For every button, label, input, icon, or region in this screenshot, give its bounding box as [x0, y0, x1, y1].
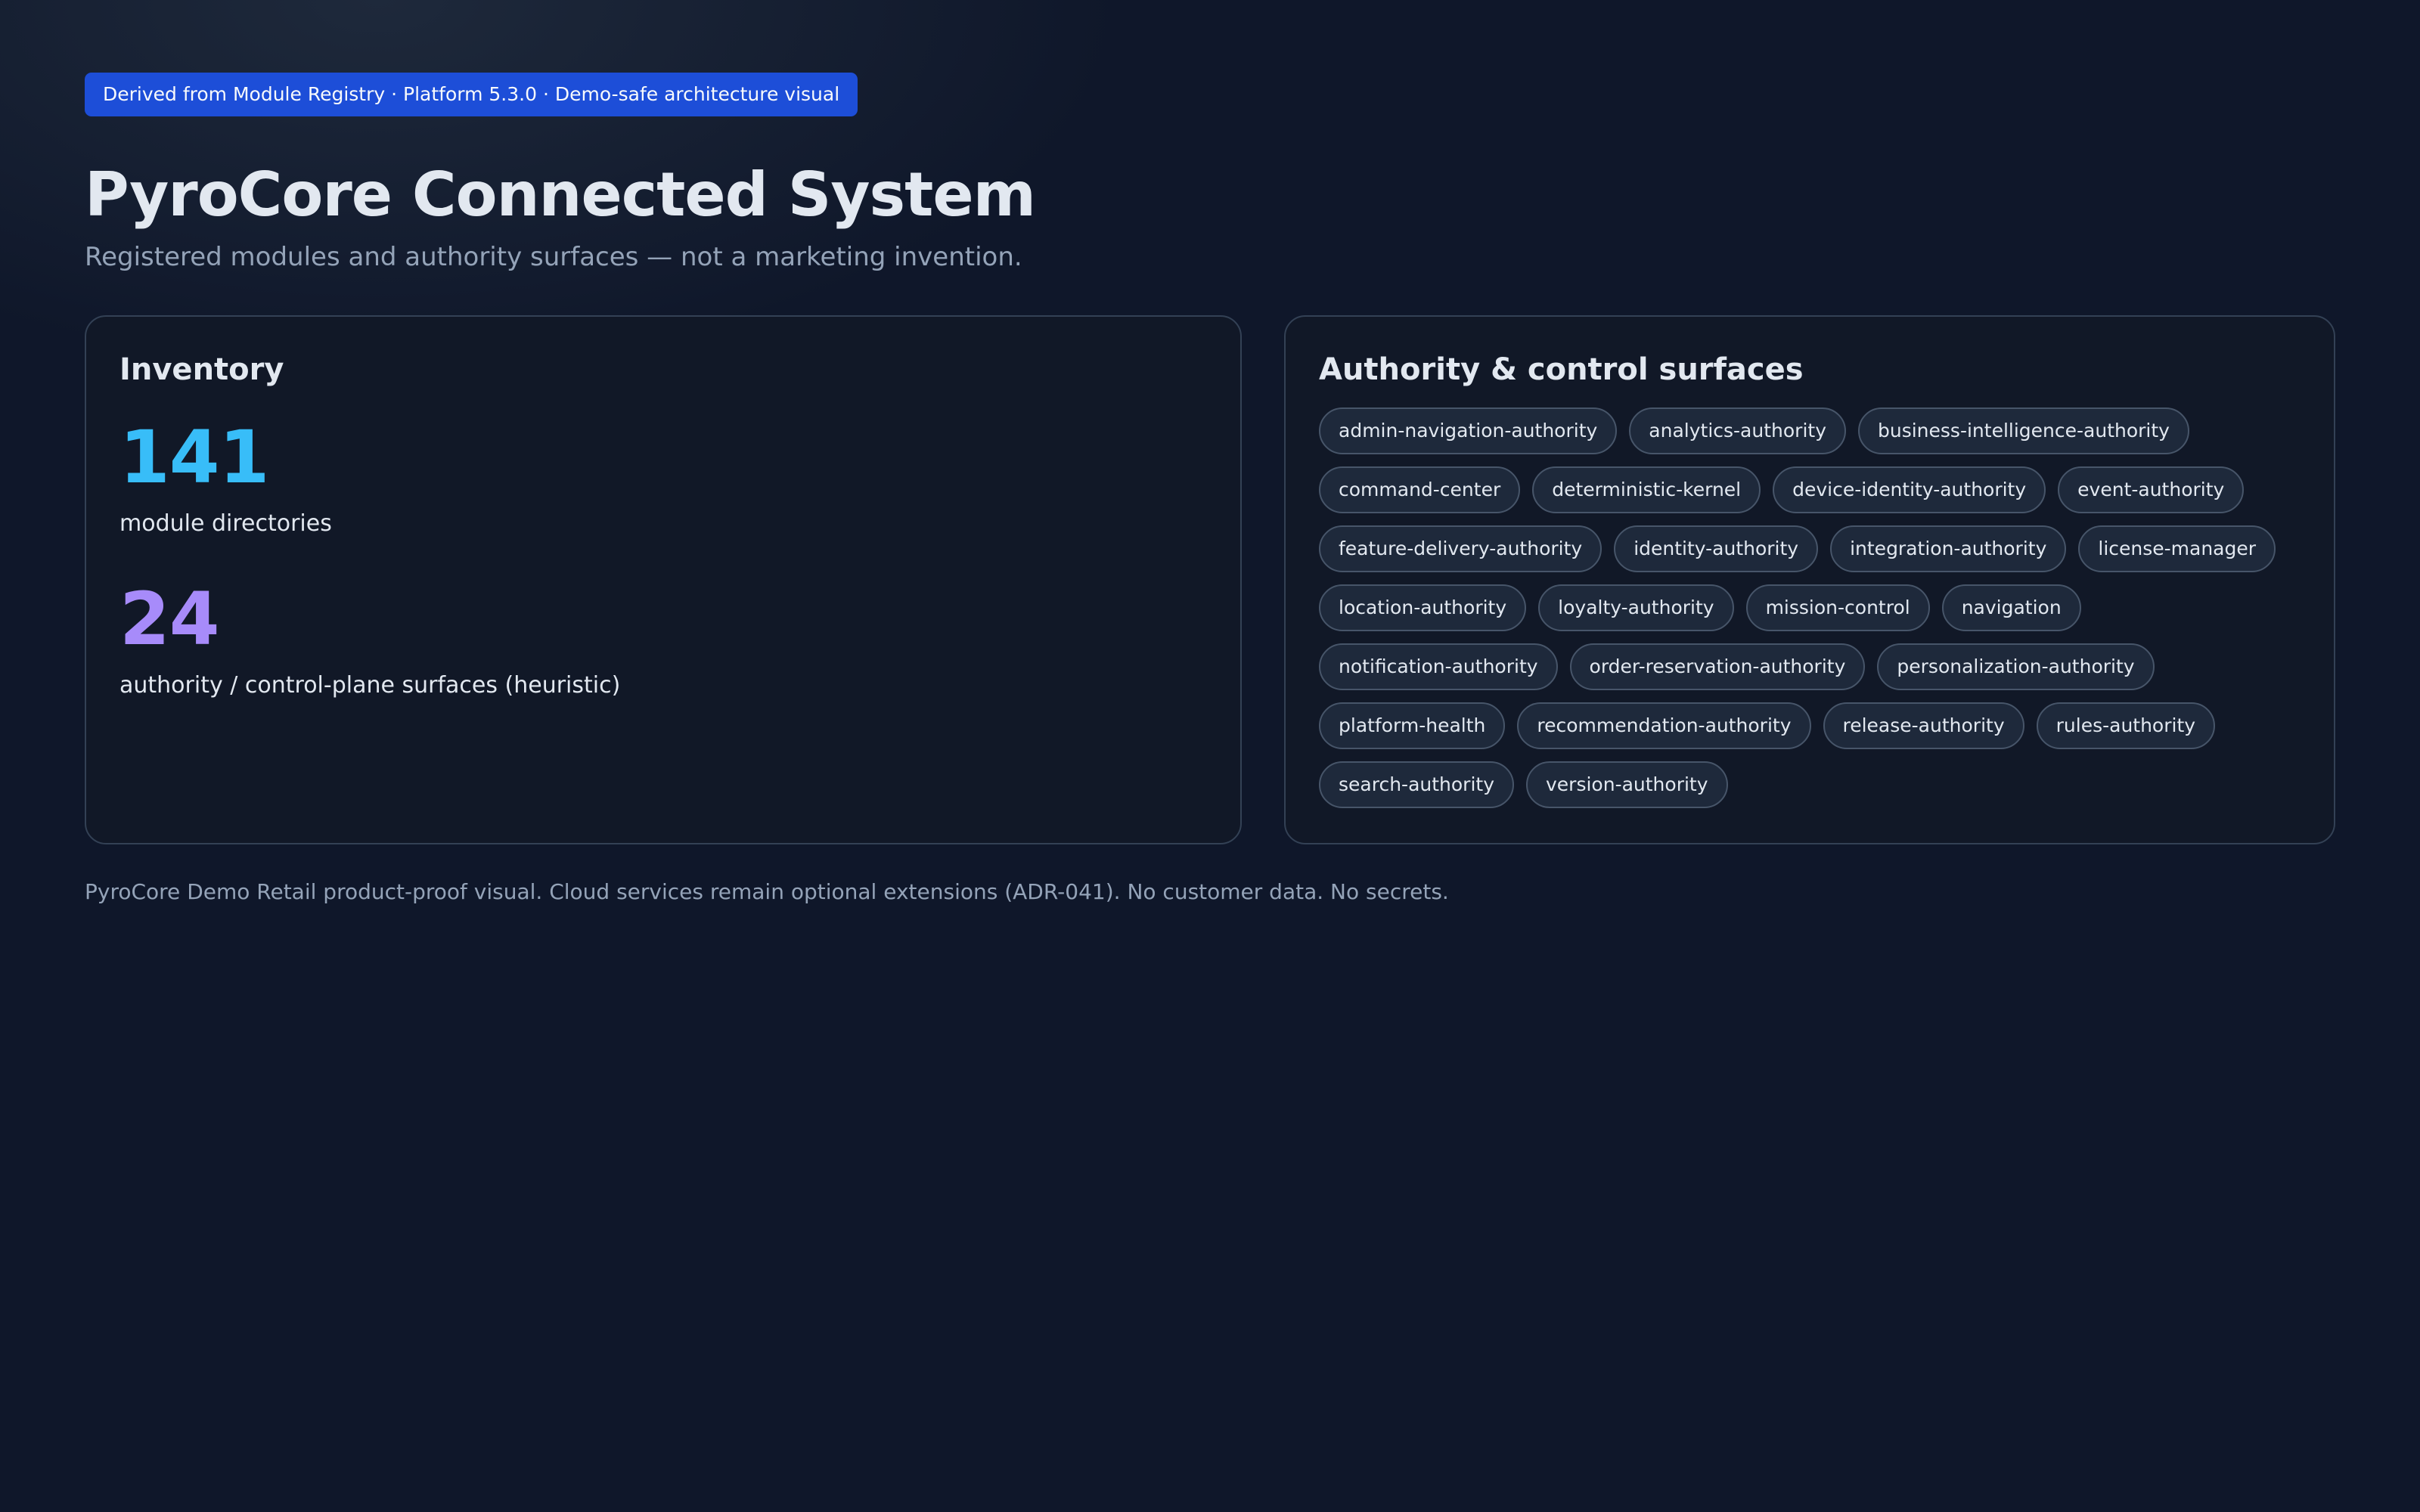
authority-chip: release-authority [1823, 702, 2024, 749]
authority-chip: location-authority [1319, 584, 1527, 631]
authority-chip: admin-navigation-authority [1319, 407, 1618, 454]
authority-chip: rules-authority [2036, 702, 2216, 749]
panels-row: Inventory 141 module directories 24 auth… [85, 314, 2335, 844]
authority-chip: search-authority [1319, 761, 1514, 808]
module-count-label: module directories [119, 510, 332, 537]
page-title: PyroCore Connected System [85, 160, 1036, 230]
authority-chip: navigation [1941, 584, 2081, 631]
page-container: Derived from Module Registry · Platform … [85, 73, 2335, 904]
authority-panel: Authority & control surfaces admin-navig… [1284, 314, 2335, 844]
authority-chip: deterministic-kernel [1532, 466, 1761, 513]
authority-chip: loyalty-authority [1538, 584, 1734, 631]
footer-note: PyroCore Demo Retail product-proof visua… [85, 878, 1449, 904]
authority-chip: analytics-authority [1629, 407, 1846, 454]
authority-chip: personalization-authority [1877, 643, 2155, 690]
authority-chip: platform-health [1319, 702, 1506, 749]
inventory-heading: Inventory [119, 352, 284, 387]
authority-chip-list: admin-navigation-authority analytics-auth… [1319, 407, 2294, 808]
authority-chip: identity-authority [1614, 525, 1819, 572]
authority-chip: license-manager [2078, 525, 2276, 572]
authority-count-metric: 24 authority / control-plane surfaces (h… [119, 583, 1207, 699]
authority-chip: device-identity-authority [1773, 466, 2046, 513]
authority-chip: command-center [1319, 466, 1521, 513]
authority-count-label: authority / control-plane surfaces (heur… [119, 671, 621, 699]
authority-heading: Authority & control surfaces [1319, 352, 1804, 387]
authority-chip: feature-delivery-authority [1319, 525, 1602, 572]
source-badge: Derived from Module Registry · Platform … [85, 73, 858, 116]
module-count-metric: 141 module directories [119, 421, 1207, 538]
module-count-value: 141 [119, 414, 269, 500]
inventory-panel: Inventory 141 module directories 24 auth… [85, 314, 1242, 844]
authority-chip: business-intelligence-authority [1858, 407, 2189, 454]
authority-chip: recommendation-authority [1517, 702, 1811, 749]
authority-chip: notification-authority [1319, 643, 1558, 690]
authority-chip: version-authority [1526, 761, 1728, 808]
authority-chip: integration-authority [1830, 525, 2067, 572]
authority-count-value: 24 [119, 576, 220, 662]
authority-chip: event-authority [2058, 466, 2245, 513]
page-subtitle: Registered modules and authority surface… [85, 242, 1022, 272]
authority-chip: order-reservation-authority [1569, 643, 1866, 690]
authority-chip: mission-control [1745, 584, 1930, 631]
